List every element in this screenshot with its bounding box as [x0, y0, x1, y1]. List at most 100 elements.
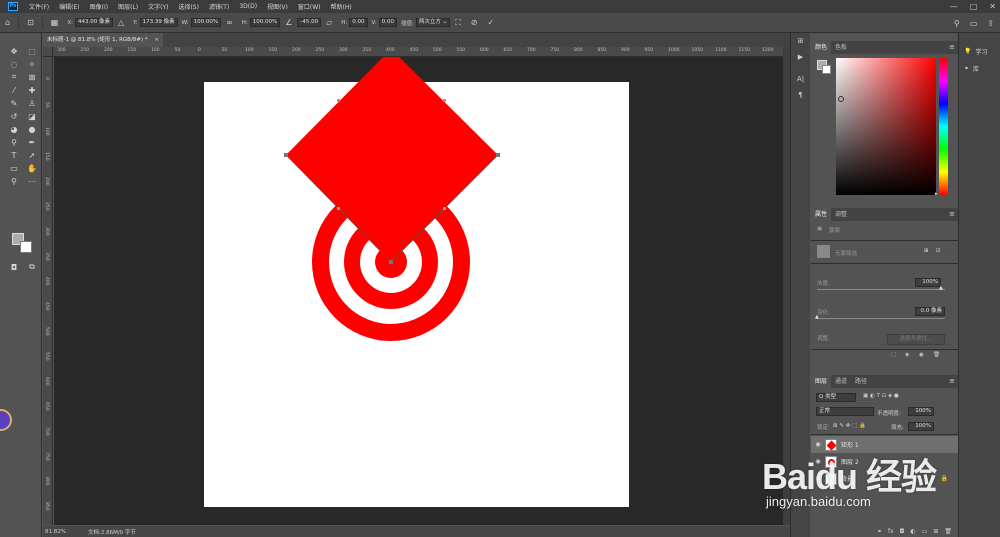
dodge-tool-icon[interactable]: ⚲ [5, 136, 23, 148]
actions-panel-icon[interactable]: ▶ [791, 49, 810, 65]
history-panel-icon[interactable]: ⊞ [791, 33, 810, 49]
hue-slider-knob-icon[interactable]: ▸ [935, 191, 938, 197]
new-layer-icon[interactable]: ⊞ [933, 528, 938, 535]
menu-edit[interactable]: 编辑(E) [54, 2, 84, 11]
menu-3d[interactable]: 3D(D) [234, 3, 262, 10]
search-icon[interactable]: ⚲ [954, 19, 960, 28]
more-tools-icon[interactable]: ⋯ [23, 175, 41, 187]
new-group-icon[interactable]: ▭ [922, 528, 928, 535]
document-info[interactable]: 文档:2.86M/0 字节 [88, 528, 136, 536]
menu-view[interactable]: 视图(V) [262, 2, 293, 11]
move-tool-icon[interactable]: ✥ [5, 45, 23, 57]
workspace-icon[interactable]: ▭ [970, 19, 978, 28]
menu-select[interactable]: 选择(S) [173, 2, 204, 11]
share-icon[interactable]: ⇪ [987, 19, 994, 28]
load-selection-icon[interactable]: ⬚ [891, 352, 896, 358]
delete-layer-icon[interactable]: 🗑 [944, 528, 952, 535]
marquee-tool-icon[interactable]: ⬚ [23, 45, 41, 57]
color-picker-field[interactable] [836, 58, 936, 195]
delete-mask-icon[interactable]: 🗑 [933, 352, 940, 358]
menu-help[interactable]: 帮助(H) [326, 2, 357, 11]
type-tool-icon[interactable]: T [5, 149, 23, 161]
interpolation-select[interactable]: 两次立方 ⌄ [415, 18, 451, 27]
tab-channels[interactable]: 通道 [831, 375, 851, 388]
magic-wand-tool-icon[interactable]: ✧ [23, 58, 41, 70]
close-tab-icon[interactable]: × [154, 33, 159, 47]
select-and-mask-button[interactable]: 选择并遮住... [887, 334, 945, 345]
zoom-tool-icon[interactable]: ⚲ [5, 175, 23, 187]
tab-properties[interactable]: 属性 [811, 208, 832, 221]
layer-style-icon[interactable]: fx [888, 528, 894, 535]
menu-layer[interactable]: 图层(L) [113, 2, 143, 11]
vertical-skew-field[interactable]: 0.00 [378, 18, 397, 27]
color-swatches[interactable] [12, 233, 36, 255]
tab-color[interactable]: 颜色 [811, 41, 832, 54]
apply-mask-icon[interactable]: ◈ [905, 352, 909, 358]
clone-stamp-tool-icon[interactable]: ♙ [23, 97, 41, 109]
blend-mode-select[interactable]: 正常 [816, 407, 874, 416]
fill-field[interactable]: 100% [908, 422, 934, 431]
feather-slider-knob-icon[interactable]: ▲ [815, 314, 819, 320]
vertical-ruler[interactable]: 0 50 100 150 200 250 300 350 400 450 500 550 600 650 7… [43, 57, 53, 525]
color-panel-background[interactable] [822, 65, 831, 74]
density-field[interactable]: 100% [915, 278, 941, 287]
layer-filter-icons[interactable]: ▣ ◐ T ⊡ ◈ ● [863, 393, 899, 399]
add-vector-mask-icon[interactable]: ⊡ [936, 248, 941, 254]
y-position-field[interactable]: 173.39 像素 [139, 18, 178, 27]
learn-panel-button[interactable]: 💡 学习 [959, 43, 1000, 60]
artwork-layer[interactable] [54, 57, 783, 525]
path-selection-tool-icon[interactable]: ➚ [23, 149, 41, 161]
rotation-angle-field[interactable]: -45.00 [297, 18, 322, 27]
warp-mode-icon[interactable]: ⛶ [450, 18, 466, 28]
crop-tool-icon[interactable]: ⌗ [5, 71, 23, 83]
menu-image[interactable]: 图像(I) [85, 2, 113, 11]
height-field[interactable]: 100.00% [249, 18, 281, 27]
document-tab[interactable]: 未标题-1 @ 81.8% (矩形 1, RGB/8#) * × [43, 33, 163, 47]
feather-field[interactable]: 0.0 像素 [915, 307, 945, 316]
panel-menu-icon[interactable]: ≡ [949, 41, 955, 54]
tab-adjustments[interactable]: 调整 [831, 208, 851, 221]
paragraph-panel-icon[interactable]: ¶ [791, 87, 810, 103]
color-picker-cursor[interactable] [838, 96, 844, 102]
brush-tool-icon[interactable]: ✎ [5, 97, 23, 109]
horizontal-skew-field[interactable]: 0.00 [349, 18, 368, 27]
canvas-area[interactable] [54, 57, 783, 525]
link-icon[interactable]: ∞ [221, 18, 238, 27]
layer-filter-select[interactable]: Q 类型 [816, 393, 856, 402]
menu-window[interactable]: 窗口(W) [293, 2, 326, 11]
commit-transform-icon[interactable]: ✓ [483, 18, 500, 27]
eyedropper-tool-icon[interactable]: ⁄ [5, 84, 23, 96]
frame-tool-icon[interactable]: ⊠ [23, 71, 41, 83]
density-slider[interactable] [817, 289, 945, 290]
tab-paths[interactable]: 路径 [851, 375, 871, 388]
lock-icons[interactable]: ⊠ ✎ ✥ ⬚ 🔒 [833, 423, 866, 429]
adjustment-layer-icon[interactable]: ◐ [910, 528, 915, 535]
relative-position-icon[interactable]: △ [113, 18, 129, 27]
panel-menu-icon[interactable]: ≡ [949, 375, 955, 388]
floating-assistant-icon[interactable] [0, 409, 12, 431]
toggle-mask-visibility-icon[interactable]: ◉ [919, 352, 924, 358]
hue-slider[interactable] [939, 58, 948, 195]
transform-tool-preset-icon[interactable]: ⊡ [22, 18, 39, 27]
quick-mask-icon[interactable]: ◘ [5, 261, 23, 273]
blur-tool-icon[interactable]: ● [23, 123, 41, 135]
ruler-origin[interactable] [43, 47, 53, 57]
close-window-button[interactable]: ✕ [989, 2, 996, 11]
add-mask-icon[interactable]: ◘ [900, 528, 905, 535]
home-icon[interactable]: ⌂ [0, 18, 15, 27]
tab-swatches[interactable]: 色板 [831, 41, 851, 54]
pen-tool-icon[interactable]: ✒ [23, 136, 41, 148]
x-position-field[interactable]: 443.00 像素 [74, 18, 113, 27]
maximize-button[interactable]: □ [970, 2, 978, 11]
tab-layers[interactable]: 图层 [811, 375, 832, 388]
zoom-level[interactable]: 81.82% [45, 529, 66, 535]
eraser-tool-icon[interactable]: ◪ [23, 110, 41, 122]
horizontal-ruler[interactable]: 300 250 200 150 100 50 0 50 100 150 200 250 300 350 40… [53, 47, 783, 57]
opacity-field[interactable]: 100% [908, 407, 934, 416]
menu-type[interactable]: 文字(Y) [143, 2, 173, 11]
screen-mode-icon[interactable]: ⧉ [23, 261, 41, 273]
healing-brush-tool-icon[interactable]: ✚ [23, 84, 41, 96]
panel-menu-icon[interactable]: ≡ [949, 208, 955, 221]
libraries-panel-button[interactable]: ⚭ 库 [959, 60, 1000, 77]
history-brush-tool-icon[interactable]: ↺ [5, 110, 23, 122]
